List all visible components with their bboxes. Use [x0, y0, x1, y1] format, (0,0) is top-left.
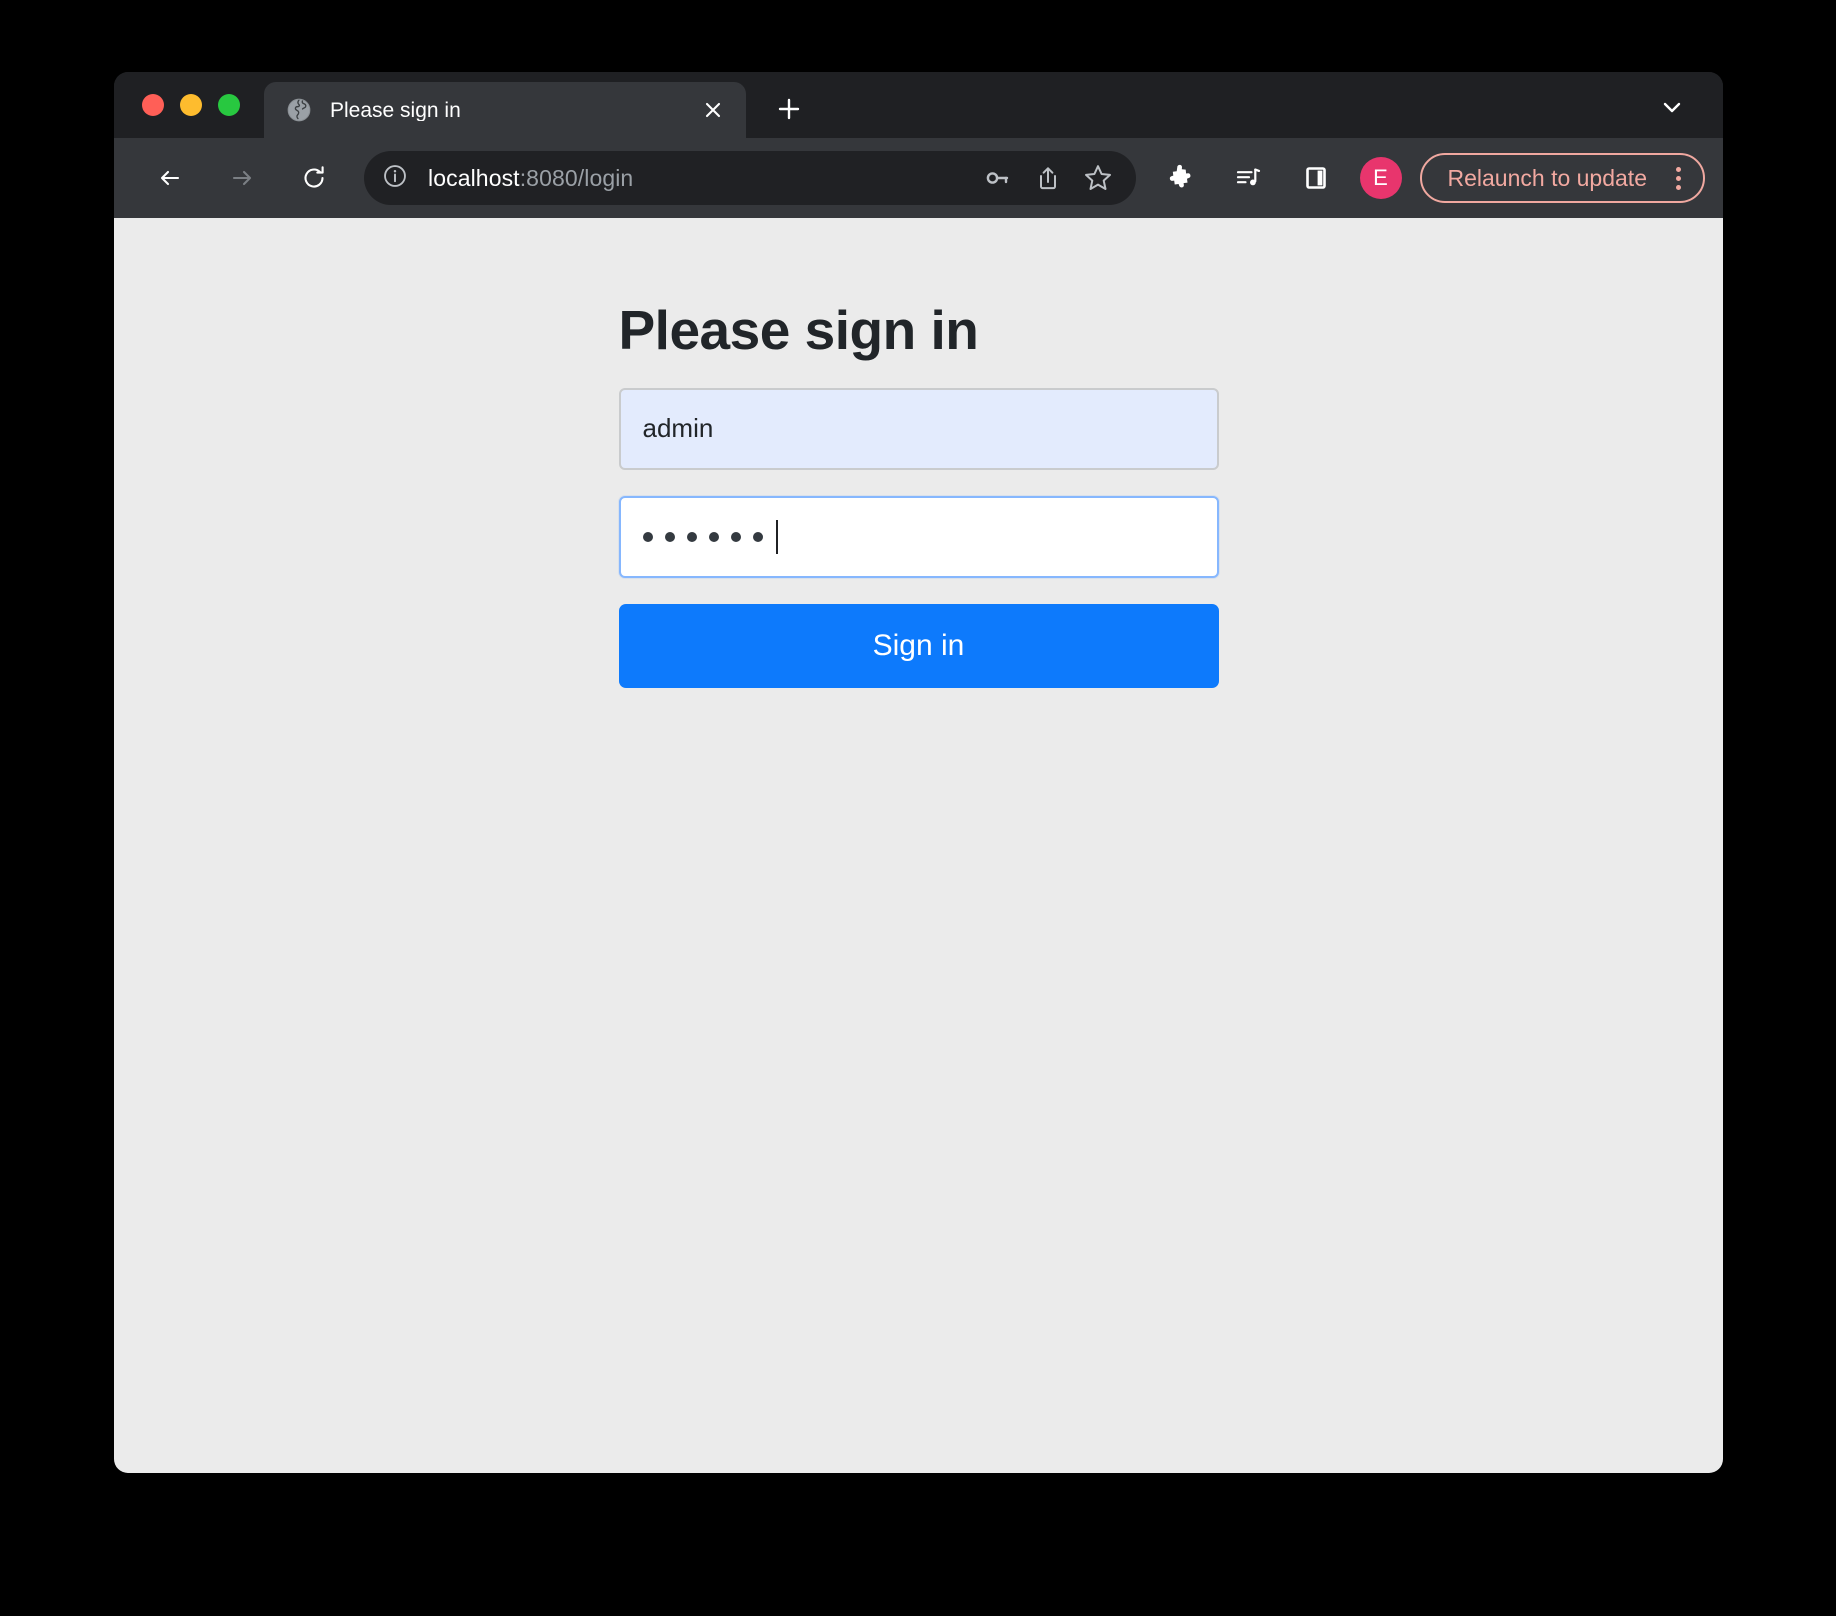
bookmark-star-icon[interactable] [1078, 158, 1118, 198]
close-window-button[interactable] [142, 94, 164, 116]
three-dots-vertical-icon[interactable] [1661, 161, 1695, 195]
address-bar[interactable]: localhost:8080/login [364, 151, 1136, 205]
media-playlist-icon[interactable] [1222, 152, 1274, 204]
screen: Please sign in localhost:8080/login E Re… [0, 0, 1836, 1616]
relaunch-label: Relaunch to update [1447, 164, 1648, 191]
reload-icon[interactable] [287, 151, 341, 205]
minimize-window-button[interactable] [180, 94, 202, 116]
globe-icon [286, 97, 312, 123]
tab-title: Please sign in [330, 99, 461, 121]
forward-arrow-icon[interactable] [215, 151, 269, 205]
url-text: localhost:8080/login [428, 165, 968, 192]
profile-avatar[interactable]: E [1359, 157, 1402, 199]
browser-tab[interactable]: Please sign in [264, 82, 746, 138]
url-host: localhost [428, 164, 520, 191]
chevron-down-icon[interactable] [1645, 80, 1699, 134]
window-controls [114, 72, 258, 138]
share-icon[interactable] [1028, 158, 1068, 198]
password-input[interactable] [618, 495, 1219, 578]
page-viewport: Please sign in admin Sign in [114, 218, 1723, 1473]
maximize-window-button[interactable] [218, 94, 240, 116]
login-form: Please sign in admin Sign in [618, 218, 1219, 688]
back-arrow-icon[interactable] [143, 151, 197, 205]
username-value: admin [642, 413, 714, 443]
browser-toolbar: localhost:8080/login E Relaunch to updat… [114, 138, 1723, 218]
info-circle-icon[interactable] [382, 163, 408, 194]
page-title: Please sign in [618, 299, 979, 361]
tab-strip: Please sign in [114, 72, 1723, 138]
relaunch-to-update-button[interactable]: Relaunch to update [1419, 153, 1705, 203]
sign-in-button[interactable]: Sign in [618, 603, 1219, 688]
username-input[interactable]: admin [618, 387, 1219, 470]
browser-window: Please sign in localhost:8080/login E Re… [114, 72, 1723, 1473]
extensions-puzzle-icon[interactable] [1154, 152, 1206, 204]
url-path: :8080/login [519, 164, 634, 191]
close-tab-button[interactable] [698, 95, 728, 125]
new-tab-button[interactable] [762, 82, 816, 136]
side-panel-icon[interactable] [1290, 152, 1342, 204]
text-caret [775, 519, 778, 554]
password-key-icon[interactable] [978, 158, 1018, 198]
password-masked-value [642, 531, 775, 542]
